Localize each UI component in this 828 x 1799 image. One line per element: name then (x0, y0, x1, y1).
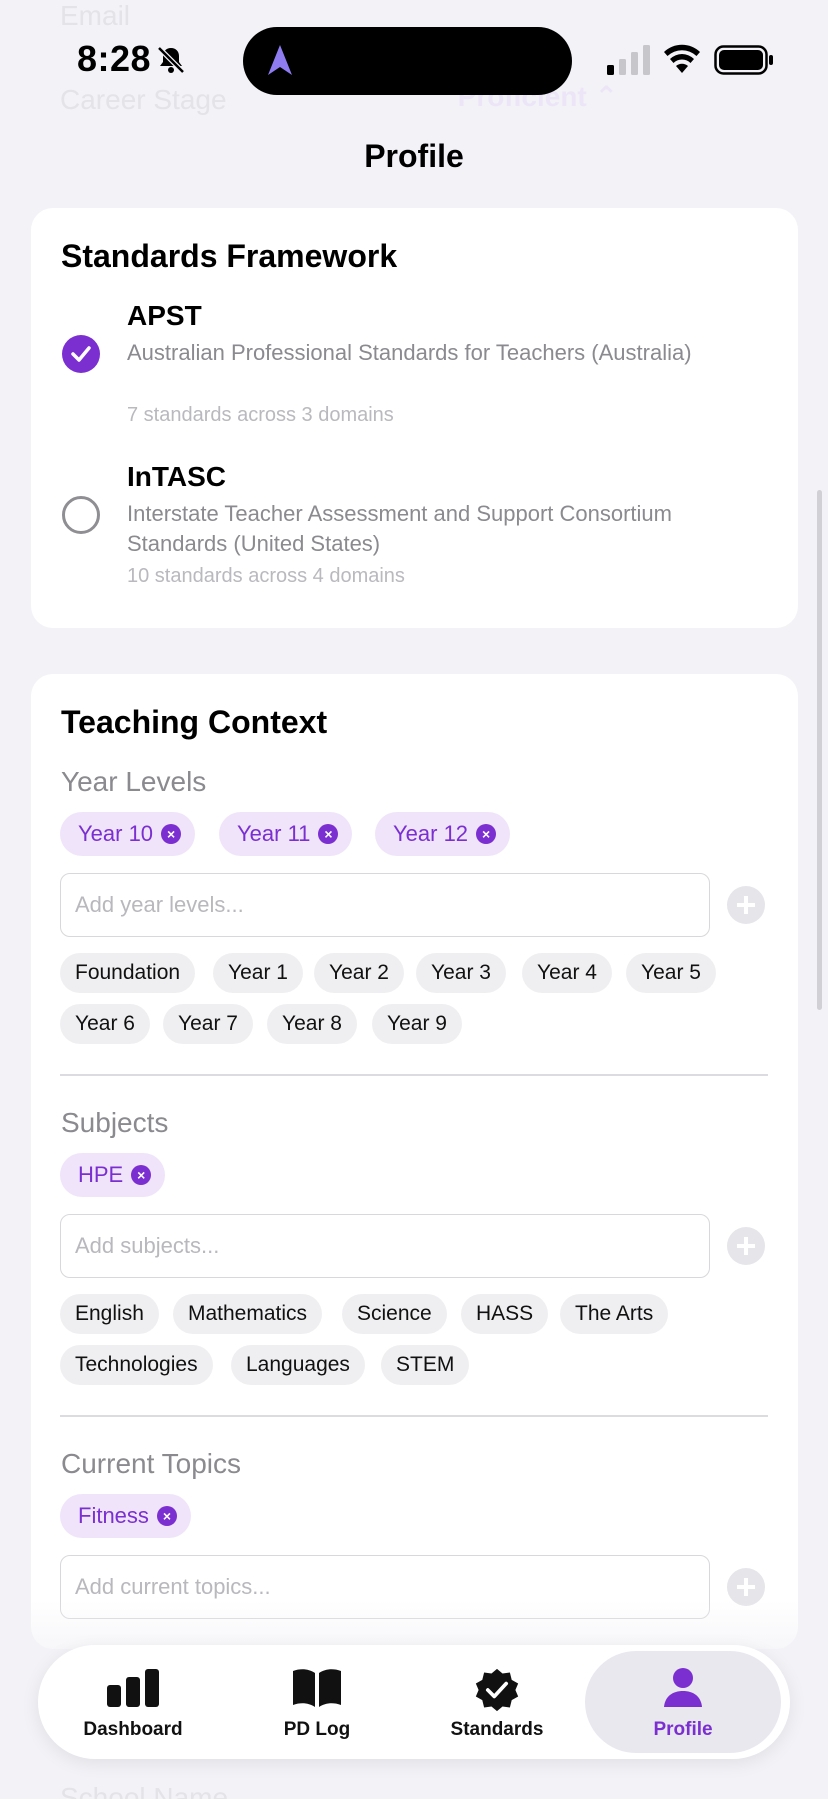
teaching-context-title: Teaching Context (61, 704, 328, 740)
tab-bar: Dashboard PD Log Standards Profile (38, 1645, 790, 1759)
suggestion-chip[interactable]: Foundation (60, 953, 196, 993)
tab-dashboard[interactable]: Dashboard (40, 1651, 226, 1753)
remove-icon[interactable]: × (156, 1506, 177, 1526)
add-year-level-button[interactable] (727, 886, 765, 924)
year-levels-input[interactable]: Add year levels... (60, 873, 710, 937)
chart-bar-icon (107, 1669, 159, 1707)
remove-icon[interactable]: × (476, 824, 497, 844)
ghost-school-name-label: School Name (60, 1782, 229, 1799)
chip-label: Fitness (78, 1503, 149, 1528)
tab-label: Standards (450, 1719, 544, 1740)
remove-icon[interactable]: × (318, 824, 339, 844)
tab-label: Profile (653, 1719, 713, 1740)
tab-profile[interactable]: Profile (585, 1651, 781, 1753)
suggestion-chip[interactable]: The Arts (560, 1294, 669, 1334)
suggestion-chip[interactable]: Languages (231, 1345, 365, 1385)
chip-label: Year 10 (78, 821, 154, 846)
tab-label: Dashboard (83, 1719, 183, 1740)
book-icon (293, 1669, 341, 1707)
year-levels-label: Year Levels (61, 766, 207, 797)
suggestion-chip[interactable]: Year 3 (416, 953, 506, 993)
framework-description: Interstate Teacher Assessment and Suppor… (127, 501, 672, 556)
suggestion-chip[interactable]: Year 7 (163, 1004, 253, 1044)
suggestion-chip[interactable]: Year 6 (60, 1004, 150, 1044)
radio-checked[interactable] (62, 335, 100, 373)
selected-chip-year-12[interactable]: Year 12 × (375, 812, 511, 856)
suggestion-chip[interactable]: Mathematics (173, 1294, 323, 1334)
suggestion-chip[interactable]: Year 9 (372, 1004, 462, 1044)
bell-slash-icon (157, 46, 185, 74)
scroll-indicator[interactable] (817, 490, 822, 1010)
person-icon (664, 1668, 702, 1707)
radio-unchecked[interactable] (62, 496, 100, 534)
page-title: Profile (364, 138, 464, 174)
battery-icon (714, 45, 773, 75)
tab-pd-log[interactable]: PD Log (224, 1651, 410, 1753)
current-topics-label: Current Topics (61, 1448, 242, 1479)
framework-option-intasc[interactable]: InTASC Interstate Teacher Assessment and… (31, 461, 798, 611)
suggestion-chip[interactable]: Year 5 (626, 953, 716, 993)
wifi-icon (664, 44, 700, 73)
checkmark-seal-icon (475, 1668, 519, 1712)
framework-name: APST (127, 300, 202, 331)
navigation-arrow-icon (268, 45, 292, 75)
framework-meta: 7 standards across 3 domains (127, 404, 394, 426)
suggestion-chip[interactable]: Year 2 (314, 953, 404, 993)
subjects-input[interactable]: Add subjects... (60, 1214, 710, 1278)
cellular-signal-icon (607, 45, 650, 75)
suggestion-chip[interactable]: HASS (461, 1294, 549, 1334)
divider (60, 1074, 768, 1076)
checkmark-icon (71, 346, 91, 362)
tab-label: PD Log (283, 1719, 351, 1740)
standards-framework-title: Standards Framework (61, 238, 398, 274)
suggestion-chip[interactable]: Science (342, 1294, 447, 1334)
divider (60, 1415, 768, 1417)
dynamic-island (243, 27, 572, 95)
framework-option-apst[interactable]: APST Australian Professional Standards f… (31, 300, 798, 450)
subjects-label: Subjects (61, 1107, 169, 1138)
remove-icon[interactable]: × (131, 1165, 152, 1185)
suggestion-chip[interactable]: Year 8 (267, 1004, 357, 1044)
selected-chip-year-10[interactable]: Year 10 × (60, 812, 196, 856)
framework-meta: 10 standards across 4 domains (127, 565, 405, 587)
suggestion-chip[interactable]: STEM (381, 1345, 470, 1385)
framework-name: InTASC (127, 461, 227, 492)
teaching-context-card: Teaching Context Year Levels Year 10 × Y… (31, 674, 798, 1649)
suggestion-chip[interactable]: English (60, 1294, 159, 1334)
status-time: 8:28 (77, 38, 152, 79)
selected-chip-hpe[interactable]: HPE × (60, 1153, 166, 1197)
chip-label: HPE (78, 1162, 124, 1187)
framework-description: Australian Professional Standards for Te… (127, 340, 692, 365)
add-subject-button[interactable] (727, 1227, 765, 1265)
selected-chip-fitness[interactable]: Fitness × (60, 1494, 191, 1538)
status-bar: 8:28 (0, 0, 828, 120)
suggestion-chip[interactable]: Year 4 (522, 953, 612, 993)
remove-icon[interactable]: × (161, 824, 182, 844)
chip-label: Year 11 (237, 821, 311, 846)
chip-label: Year 12 (393, 821, 469, 846)
suggestion-chip[interactable]: Year 1 (213, 953, 303, 993)
selected-chip-year-11[interactable]: Year 11 × (219, 812, 353, 856)
suggestion-chip[interactable]: Technologies (60, 1345, 213, 1385)
standards-framework-card: Standards Framework APST Australian Prof… (31, 208, 798, 628)
tab-standards[interactable]: Standards (404, 1651, 590, 1753)
